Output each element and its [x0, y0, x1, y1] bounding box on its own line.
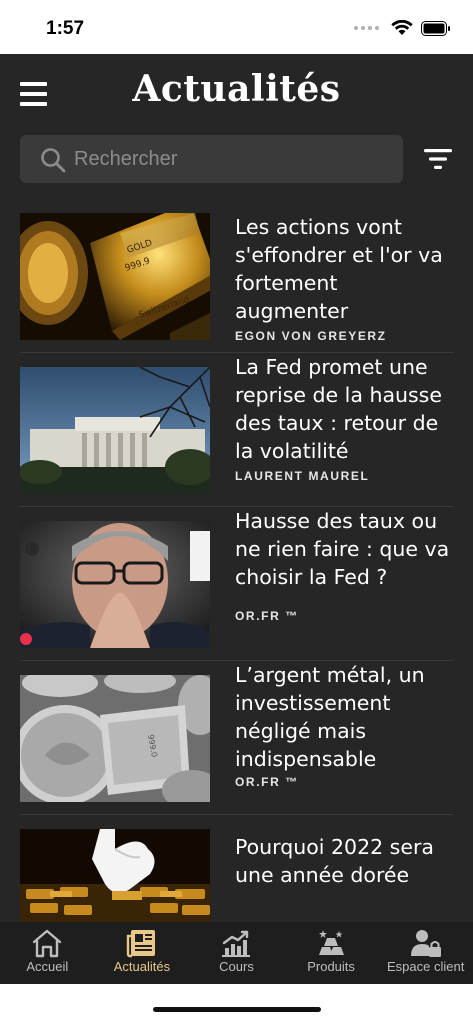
tab-label: Cours — [219, 959, 254, 974]
silver-coins-bars-image: 999.0 — [20, 675, 210, 802]
newspaper-icon — [126, 930, 155, 958]
tab-accueil[interactable]: Accueil — [0, 922, 95, 984]
gold-bars-image: GOLD 999.9 Switzerland — [20, 213, 210, 340]
news-title: L’argent métal, un investissement néglig… — [235, 663, 425, 771]
tab-espace-client[interactable]: Espace client — [378, 922, 473, 984]
tab-actualites[interactable]: Actualités — [95, 922, 190, 984]
home-icon — [33, 929, 62, 958]
search-input[interactable] — [74, 135, 394, 183]
news-title: Les actions vont s'effondrer et l'or va … — [235, 215, 443, 323]
fed-chairman-portrait-image — [20, 521, 210, 648]
news-author: OR.FR ™ — [235, 609, 299, 623]
battery-icon — [421, 20, 450, 36]
gold-bars-icon — [319, 930, 345, 955]
federal-reserve-building-image — [20, 367, 210, 494]
news-author: LAURENT MAUREL — [235, 469, 370, 483]
news-text: La Fed promet une reprise de la hausse d… — [235, 353, 455, 483]
news-text: Pourquoi 2022 sera une année dorée — [235, 815, 455, 889]
news-item[interactable]: 999.0 L’argent métal, un investissement … — [20, 661, 453, 815]
news-text: Hausse des taux ou ne rien faire : que v… — [235, 507, 455, 623]
news-author: OR.FR ™ — [235, 775, 299, 789]
news-author: EGON VON GREYERZ — [235, 329, 387, 343]
news-text: L’argent métal, un investissement néglig… — [235, 661, 455, 789]
status-bar: 1:57 — [0, 0, 473, 54]
tab-cours[interactable]: Cours — [189, 922, 284, 984]
news-item[interactable]: La Fed promet une reprise de la hausse d… — [20, 353, 453, 507]
news-item[interactable]: GOLD 999.9 Switzerland Les actions vont … — [20, 213, 453, 353]
news-list: GOLD 999.9 Switzerland Les actions vont … — [20, 213, 453, 969]
chart-icon — [222, 930, 251, 957]
tab-label: Accueil — [26, 959, 69, 974]
user-lock-icon — [410, 930, 441, 957]
status-time: 1:57 — [46, 18, 85, 39]
tab-bar: Accueil Actualités Cours Produits Espace… — [0, 922, 473, 984]
tab-label: Espace client — [387, 959, 465, 974]
search-icon — [41, 148, 66, 173]
home-indicator[interactable] — [153, 1007, 321, 1012]
news-title: Hausse des taux ou ne rien faire : que v… — [235, 509, 450, 589]
tab-label: Produits — [307, 959, 355, 974]
search-box[interactable] — [20, 135, 403, 183]
status-icons — [354, 20, 451, 36]
tab-label: Actualités — [113, 959, 171, 974]
news-item[interactable]: Hausse des taux ou ne rien faire : que v… — [20, 507, 453, 661]
filter-icon[interactable] — [424, 147, 452, 171]
header: Actualités — [0, 54, 473, 134]
cellular-signal-icon — [354, 26, 379, 30]
news-title: La Fed promet une reprise de la hausse d… — [235, 355, 442, 463]
tab-produits[interactable]: Produits — [284, 922, 379, 984]
news-text: Les actions vont s'effondrer et l'or va … — [235, 213, 455, 343]
search-row — [20, 135, 453, 183]
wifi-icon — [391, 20, 413, 35]
news-title: Pourquoi 2022 sera une année dorée — [235, 835, 434, 887]
page-title: Actualités — [132, 68, 341, 110]
app-screen: Actualités Rechercher GOLD 999.9 Switzer… — [0, 54, 473, 984]
